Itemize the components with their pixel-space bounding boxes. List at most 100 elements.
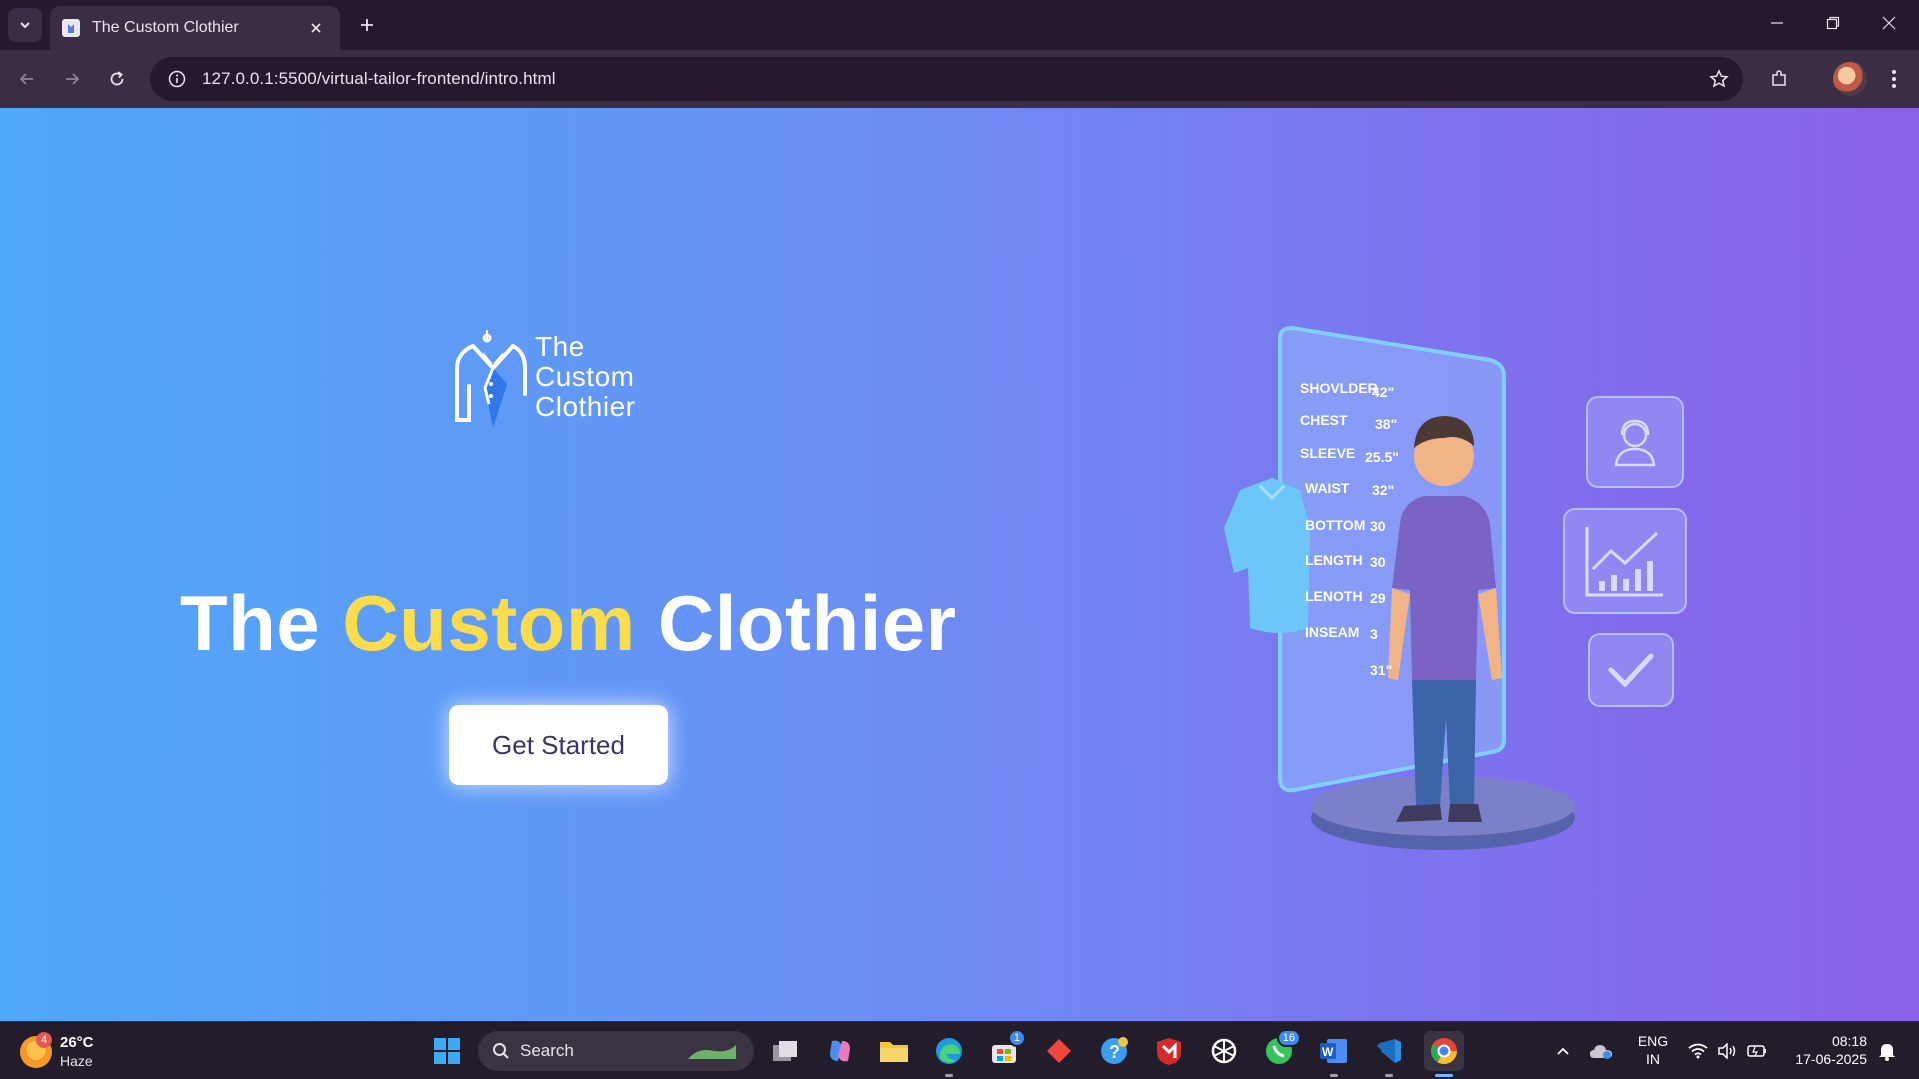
weather-widget[interactable]: 4 26°C Haze [20, 1030, 130, 1074]
measurement-list: SHOVLDER 42" CHEST 38" SLEEVE 25.5" WAIS… [1300, 380, 1399, 678]
measurement-label-5: BOTTOM [1305, 517, 1365, 533]
battery-icon [1747, 1045, 1766, 1057]
brand-logo: The Custom Clothier [455, 324, 675, 434]
system-clock[interactable]: 08:18 17-06-2025 [1783, 1032, 1867, 1068]
chatgpt-icon [1211, 1038, 1237, 1064]
diamond-app-icon [1047, 1039, 1071, 1063]
plus-icon [361, 19, 373, 31]
measurement-label-1: SHOVLDER [1300, 380, 1378, 396]
chevron-up-icon [1557, 1047, 1569, 1055]
user-headset-icon [1614, 419, 1656, 467]
measurement-label-8: INSEAM [1305, 624, 1359, 640]
site-info-icon[interactable] [164, 66, 190, 92]
svg-text:W: W [1322, 1045, 1334, 1059]
reload-button[interactable] [100, 62, 134, 96]
chrome-button[interactable] [1424, 1031, 1464, 1077]
url-text: 127.0.0.1:5500/virtual-tailor-frontend/i… [202, 69, 556, 88]
user-support-panel [1586, 396, 1684, 488]
minimize-icon [1771, 22, 1783, 24]
browser-menu-button[interactable] [1877, 62, 1911, 96]
address-bar[interactable]: 127.0.0.1:5500/virtual-tailor-frontend/i… [150, 57, 1743, 101]
close-tab-icon[interactable] [304, 16, 328, 40]
measurement-label-3: SLEEVE [1300, 445, 1355, 461]
tab-search-button[interactable] [8, 8, 42, 42]
hero-title-part2: Clothier [657, 579, 957, 667]
measurement-label-2: CHEST [1300, 412, 1348, 428]
chatgpt-button[interactable] [1204, 1031, 1244, 1071]
active-indicator [1435, 1074, 1453, 1077]
tailor-suit-icon [455, 330, 527, 428]
notifications-button[interactable] [1874, 1032, 1900, 1070]
logo-wordmark: The Custom Clothier [535, 332, 635, 422]
onedrive-button[interactable] [1586, 1032, 1616, 1070]
copilot-button[interactable] [820, 1031, 860, 1071]
arrow-right-icon [66, 73, 80, 85]
bookmark-star-icon[interactable] [1705, 65, 1733, 93]
arrow-left-icon [19, 73, 33, 85]
whatsapp-button[interactable]: 16 [1259, 1029, 1301, 1071]
battery-button[interactable] [1744, 1032, 1770, 1070]
new-tab-button[interactable] [352, 10, 382, 40]
measurement-value-8: 3 [1370, 626, 1378, 642]
browser-tab-bar: The Custom Clothier [0, 0, 1919, 50]
checkmark-icon [1608, 653, 1654, 688]
logo-line-1: The [535, 331, 585, 362]
profile-avatar[interactable] [1833, 62, 1867, 96]
measurement-value-4: 32" [1372, 482, 1394, 498]
show-hidden-icons-button[interactable] [1550, 1032, 1576, 1070]
running-indicator [1330, 1074, 1338, 1077]
close-window-button[interactable] [1861, 0, 1917, 46]
language-indicator[interactable]: ENG IN [1633, 1032, 1673, 1068]
weather-temperature: 26°C [60, 1034, 94, 1051]
task-view-icon [773, 1041, 797, 1061]
virtual-tailor-illustration: SHOVLDER 42" CHEST 38" SLEEVE 25.5" WAIS… [1160, 228, 1720, 888]
start-button[interactable] [427, 1031, 467, 1071]
running-indicator [945, 1074, 953, 1077]
taskbar-search[interactable]: Search [478, 1031, 754, 1071]
weather-sun-icon: 4 [20, 1032, 52, 1068]
word-button[interactable]: W [1314, 1031, 1354, 1077]
whatsapp-badge: 16 [1276, 1029, 1301, 1047]
browser-tab-active[interactable]: The Custom Clothier [50, 6, 340, 50]
help-icon: ? [1101, 1037, 1128, 1064]
vscode-icon [1377, 1039, 1401, 1063]
chart-growth-icon [1585, 527, 1663, 597]
volume-button[interactable] [1714, 1032, 1740, 1070]
page-viewport: The Custom Clothier The Custom Clothier … [0, 108, 1919, 1021]
folder-icon [880, 1042, 908, 1062]
restore-button[interactable] [1805, 0, 1861, 46]
measurement-label-7: LENOTH [1305, 588, 1363, 604]
measurement-value-5: 30 [1370, 518, 1386, 534]
copilot-icon [830, 1040, 850, 1062]
back-button[interactable] [10, 62, 44, 96]
minimize-button[interactable] [1749, 0, 1805, 46]
wifi-button[interactable] [1685, 1032, 1711, 1070]
file-explorer-button[interactable] [874, 1031, 914, 1071]
wifi-icon [1688, 1043, 1708, 1059]
windows-logo-icon [434, 1038, 460, 1064]
help-app-button[interactable]: ? [1094, 1031, 1134, 1071]
measurement-label-6: LENGTH [1305, 552, 1363, 568]
running-indicator [1385, 1074, 1393, 1077]
chevron-down-icon [20, 22, 30, 29]
language-line-1: ENG [1637, 1033, 1669, 1049]
vscode-button[interactable] [1369, 1031, 1409, 1077]
edge-icon [936, 1038, 962, 1064]
reload-icon [110, 71, 124, 86]
mcafee-button[interactable] [1149, 1031, 1189, 1071]
weather-badge: 4 [36, 1032, 52, 1048]
clock-date: 17-06-2025 [1795, 1051, 1867, 1067]
store-button[interactable]: 1 [984, 1029, 1026, 1071]
tab-title: The Custom Clothier [92, 19, 239, 36]
forward-button[interactable] [55, 62, 89, 96]
measurement-value-7: 29 [1370, 590, 1386, 606]
hero-title-part1: The [180, 579, 321, 667]
task-view-button[interactable] [765, 1031, 805, 1071]
extensions-button[interactable] [1762, 62, 1796, 96]
restore-icon [1826, 16, 1840, 30]
edge-button[interactable] [929, 1031, 969, 1077]
puzzle-icon [1772, 70, 1786, 86]
get-started-button[interactable]: Get Started [449, 705, 668, 785]
measurement-value-1: 42" [1372, 384, 1394, 400]
app-diamond-button[interactable] [1039, 1031, 1079, 1071]
